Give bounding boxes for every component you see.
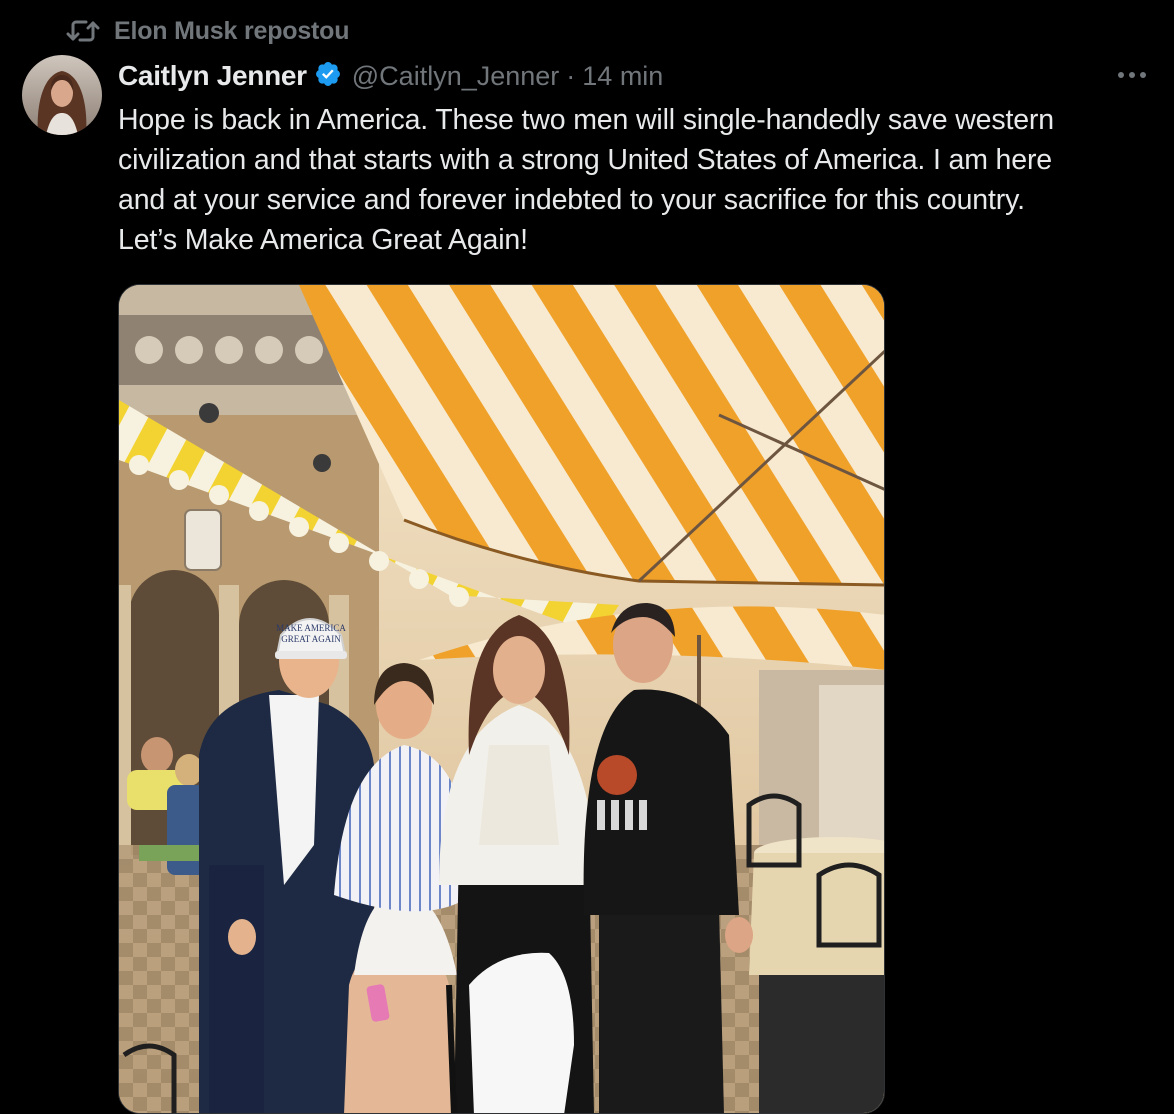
post-text: Hope is back in America. These two men w…: [118, 100, 1163, 260]
more-dots-icon: [1112, 62, 1152, 88]
repost-context[interactable]: Elon Musk repostou: [66, 14, 350, 48]
post-header: Caitlyn Jenner @Caitlyn_Jenner · 14 min: [118, 56, 663, 96]
hat-text-line1: MAKE AMERICA: [276, 623, 346, 633]
separator-dot: ·: [566, 60, 576, 91]
post-text-line: civilization and that starts with a stro…: [118, 144, 1052, 176]
post-photo[interactable]: MAKE AMERICA GREAT AGAIN: [118, 284, 885, 1114]
verified-badge-icon[interactable]: [314, 60, 342, 93]
author-display-name[interactable]: Caitlyn Jenner: [118, 60, 307, 92]
author-handle[interactable]: @Caitlyn_Jenner: [352, 61, 560, 92]
repost-label[interactable]: Elon Musk repostou: [114, 17, 350, 46]
author-avatar[interactable]: [22, 55, 102, 135]
more-options-button[interactable]: [1112, 62, 1152, 88]
post-timestamp[interactable]: 14 min: [582, 61, 663, 92]
post-card[interactable]: Elon Musk repostou Caitlyn Jenner @Caitl…: [0, 0, 1174, 1114]
hat-text-line2: GREAT AGAIN: [281, 634, 341, 644]
post-text-line: and at your service and forever indebted…: [118, 184, 1025, 216]
post-text-line: Let’s Make America Great Again!: [118, 224, 528, 256]
repost-icon: [66, 18, 100, 44]
post-text-line: Hope is back in America. These two men w…: [118, 104, 1054, 136]
